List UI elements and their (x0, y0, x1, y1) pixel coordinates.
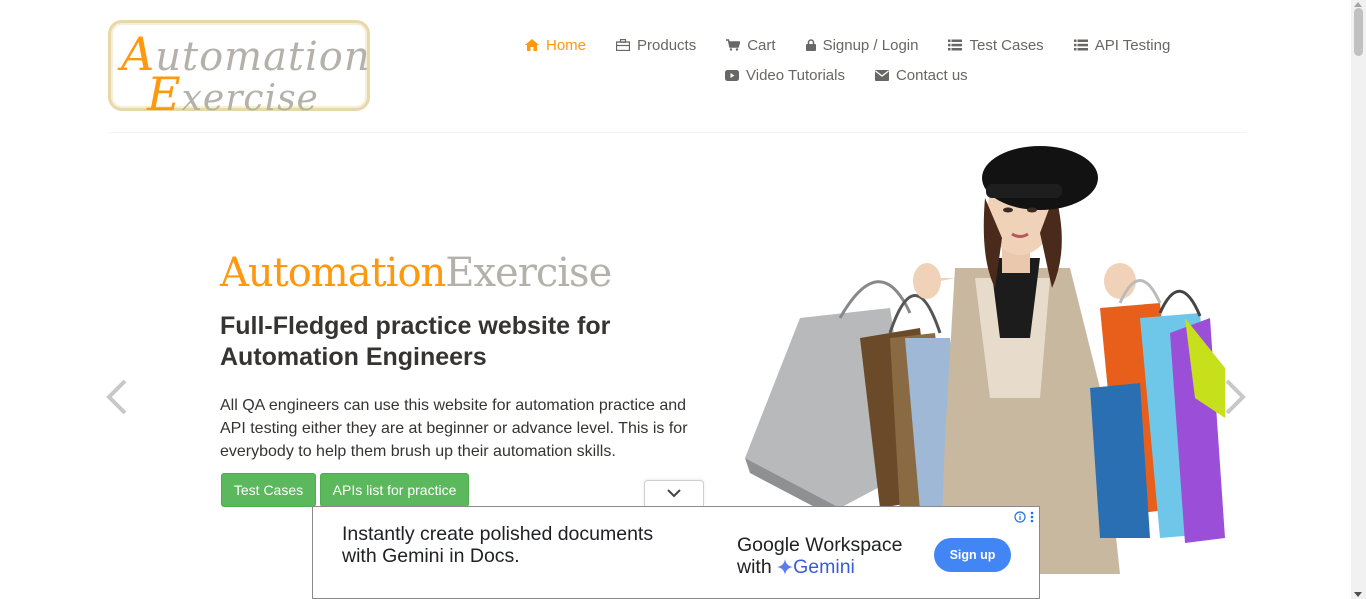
hero-title: Full-Fledged practice website for Automa… (220, 312, 611, 371)
nav-video-tutorials-label: Video Tutorials (746, 66, 845, 84)
nav-test-cases[interactable]: Test Cases (948, 36, 1044, 54)
header-divider (108, 132, 1246, 133)
nav-products-label: Products (637, 36, 697, 54)
ad-info-controls[interactable] (1014, 511, 1034, 523)
scroll-up-arrow-icon[interactable] (1354, 2, 1362, 7)
ad-signup-button[interactable]: Sign up (934, 538, 1011, 572)
chevron-down-icon (667, 489, 681, 498)
gemini-sparkle-icon (777, 559, 794, 575)
carousel-prev-icon[interactable] (104, 378, 130, 416)
home-icon (525, 39, 539, 51)
hero-brand: AutomationExercise (220, 250, 612, 296)
nav-test-cases-label: Test Cases (969, 36, 1044, 54)
nav-products[interactable]: Products (616, 37, 696, 54)
ad-banner[interactable]: Instantly create polished documents with… (312, 506, 1040, 599)
nav-contact-us-label: Contact us (895, 66, 968, 84)
scroll-thumb[interactable] (1354, 8, 1363, 56)
nav-signup-login-label: Signup / Login (822, 36, 919, 54)
test-cases-button[interactable]: Test Cases (221, 473, 316, 507)
apis-list-button[interactable]: APIs list for practice (320, 473, 469, 507)
logo-line-2: Exercise (147, 67, 319, 121)
list-icon (948, 39, 963, 51)
youtube-icon (725, 69, 739, 81)
nav-home[interactable]: Home (525, 37, 586, 54)
ad-brand: Google Workspace with Gemini (737, 534, 903, 578)
scroll-down-arrow-icon[interactable] (1354, 592, 1362, 597)
nav-cart-label: Cart (747, 36, 776, 54)
nav-cart[interactable]: Cart (726, 36, 776, 54)
cart-icon (726, 39, 741, 51)
nav-video-tutorials[interactable]: Video Tutorials (725, 67, 845, 84)
more-vert-icon[interactable] (1030, 511, 1034, 523)
nav-api-testing[interactable]: API Testing (1073, 36, 1171, 54)
ad-headline: Instantly create polished documents with… (342, 523, 654, 567)
nav-home-label: Home (546, 36, 587, 54)
site-logo[interactable]: Automation Exercise (108, 20, 370, 121)
products-icon (616, 39, 631, 51)
info-icon[interactable] (1014, 511, 1026, 523)
lock-icon (805, 39, 816, 51)
ad-collapse-toggle[interactable] (644, 480, 704, 506)
page-scrollbar[interactable] (1351, 0, 1366, 599)
nav-contact-us[interactable]: Contact us (874, 66, 968, 84)
nav-api-testing-label: API Testing (1094, 36, 1171, 54)
envelope-icon (874, 69, 889, 81)
nav-signup-login[interactable]: Signup / Login (805, 36, 919, 54)
hero-description: All QA engineers can use this website fo… (220, 397, 688, 460)
list-icon (1073, 39, 1088, 51)
main-nav: Home Products Cart Signup / Login Test C… (510, 30, 1170, 90)
